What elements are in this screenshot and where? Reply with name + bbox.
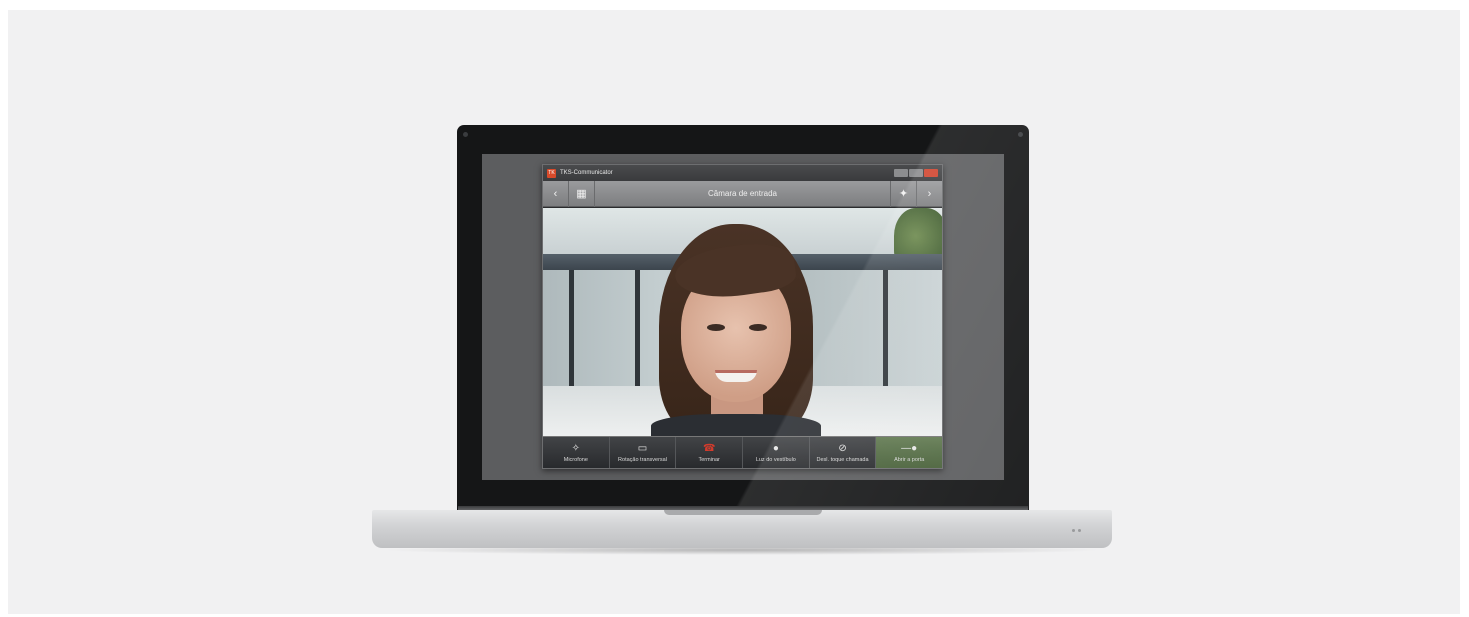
visitor-eye [707,324,725,331]
status-led [1072,529,1075,532]
visitor-shoulders [651,414,821,437]
camera-pan-button[interactable]: ▭ Rotação transversal [610,437,677,468]
close-button[interactable] [924,169,938,177]
door-key-icon: —● [901,442,918,454]
lid-corner-dot [463,132,468,137]
video-pillar [635,270,640,390]
call-controls: ✧ Microfone ▭ Rotação transversal ☎ Term… [543,436,942,468]
open-door-label: Abrir a porta [894,456,925,463]
video-pillar [569,270,574,390]
hall-light-label: Luz do vestíbulo [755,456,796,463]
camera-icon: ▦ [576,188,587,200]
visitor-mouth [715,370,757,382]
open-door-button[interactable]: —● Abrir a porta [876,437,942,468]
back-button[interactable]: ‹ [543,180,569,207]
hangup-button[interactable]: ☎ Terminar [676,437,744,468]
hangup-label: Terminar [698,456,720,463]
camera-pan-icon: ▭ [637,442,648,454]
mute-ring-label: Desl. toque chamada [816,456,869,463]
camera-video-feed [543,208,942,437]
settings-button[interactable]: ✦ [890,180,916,207]
window-titlebar: TK TKS-Communicator [543,165,942,181]
minimize-button[interactable] [894,169,908,177]
app-window: TK TKS-Communicator ‹ ▦ Câmara de entrad… [542,164,943,469]
laptop-notch [664,510,822,515]
app-logo: TK [547,168,556,178]
toolbar-title: Câmara de entrada [708,189,777,198]
maximize-button[interactable] [909,169,923,177]
visitor-face [651,224,821,437]
chevron-right-icon: › [927,187,932,200]
laptop-base [372,510,1112,548]
microphone-button[interactable]: ✧ Microfone [543,437,610,468]
mute-ring-button[interactable]: ⊘ Desl. toque chamada [810,437,877,468]
visitor-eye [749,324,767,331]
lid-corner-dot [1018,132,1023,137]
light-bulb-icon: ● [772,442,779,454]
window-controls [894,169,938,177]
microphone-label: Microfone [563,456,588,463]
mute-bell-icon: ⊘ [838,442,847,454]
microphone-icon: ✧ [571,442,581,454]
status-led [1078,529,1081,532]
hall-light-button[interactable]: ● Luz do vestíbulo [743,437,810,468]
video-pillar [883,270,888,390]
camera-pan-label: Rotação transversal [618,456,667,463]
laptop-lid: TK TKS-Communicator ‹ ▦ Câmara de entrad… [457,125,1029,510]
camera-button[interactable]: ▦ [569,180,595,207]
toolbar: ‹ ▦ Câmara de entrada ✦ › [543,180,942,207]
laptop-screen: TK TKS-Communicator ‹ ▦ Câmara de entrad… [482,154,1004,480]
window-title: TKS-Communicator [560,170,613,176]
hangup-icon: ☎ [702,442,716,454]
chevron-left-icon: ‹ [553,187,558,200]
next-button[interactable]: › [916,180,942,207]
wrench-icon: ✦ [898,188,909,200]
